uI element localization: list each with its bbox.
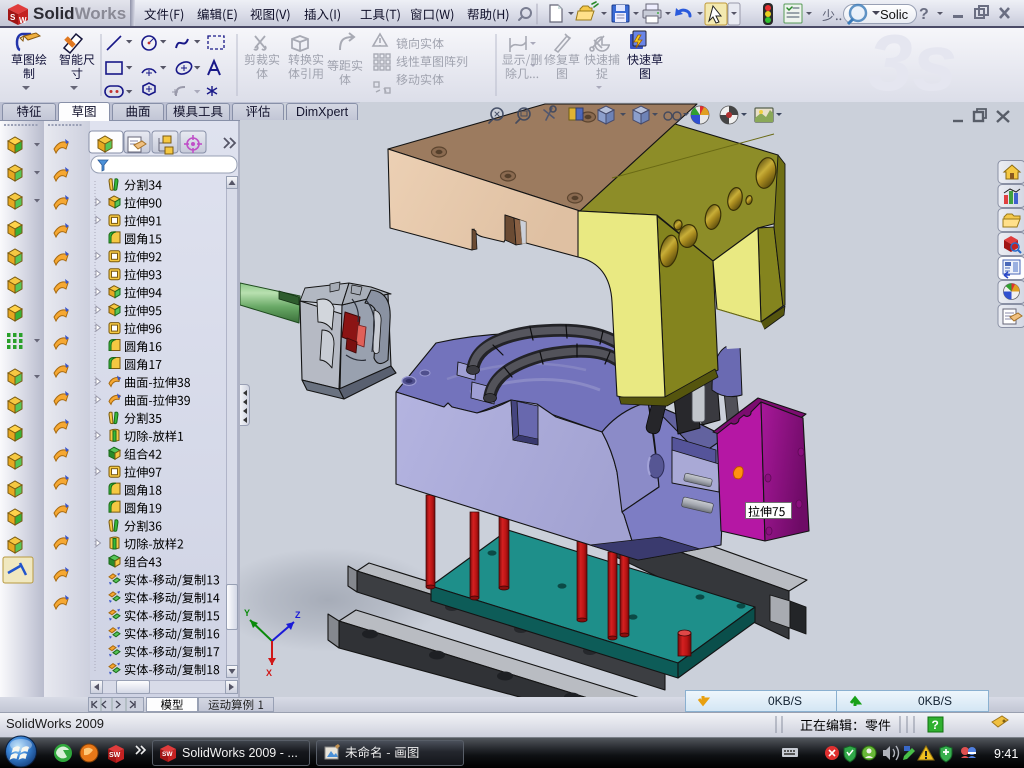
svg-text:9:41: 9:41 — [994, 747, 1018, 761]
svg-text:SW: SW — [109, 752, 121, 759]
svg-text:W: W — [19, 16, 27, 25]
svg-text:Y: Y — [244, 608, 250, 618]
svg-text:?: ? — [932, 718, 939, 732]
svg-text:S: S — [10, 13, 16, 22]
svg-text:Z: Z — [295, 610, 301, 620]
svg-text:X: X — [266, 668, 272, 678]
svg-text:SW: SW — [162, 751, 173, 758]
svg-text:?: ? — [919, 6, 929, 23]
